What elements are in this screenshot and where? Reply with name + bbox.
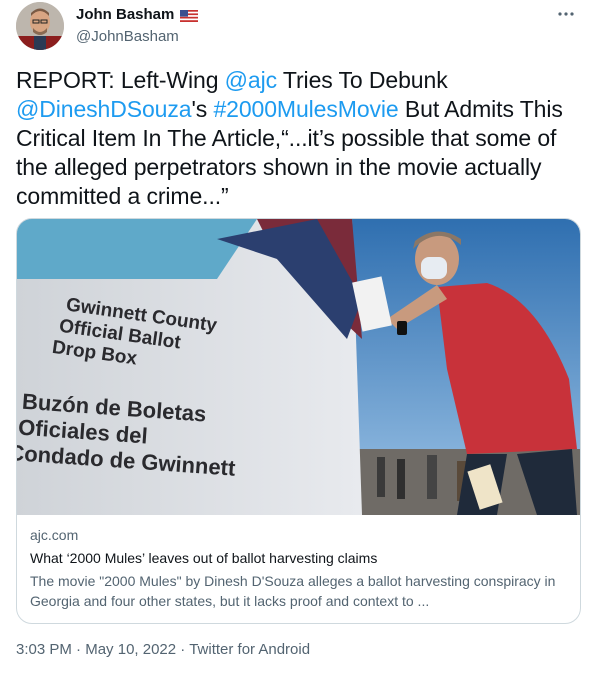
tweet-text: REPORT: Left-Wing @ajc Tries To Debunk @… (16, 66, 580, 211)
card-description: The movie "2000 Mules" by Dinesh D'Souza… (30, 573, 556, 609)
card-meta: ajc.com What ‘2000 Mules’ leaves out of … (30, 525, 570, 611)
avatar[interactable] (16, 2, 64, 50)
card-domain: ajc.com (30, 527, 79, 543)
tweet-text-segment: REPORT: Left-Wing (16, 67, 225, 93)
tweet-footer: 3:03 PM · May 10, 2022 · Twitter for And… (16, 641, 310, 658)
mention-ajc-link[interactable]: @ajc (225, 67, 277, 93)
more-options-button[interactable] (554, 4, 578, 24)
author-name-row: John Basham (76, 6, 199, 23)
hashtag-2000mulesmovie-link[interactable]: #2000MulesMovie (213, 96, 398, 122)
card-image[interactable]: Gwinnett County Official Ballot Drop Box… (17, 219, 580, 515)
footer-separator: · (71, 641, 86, 658)
tweet-text-segment: 's (191, 96, 214, 122)
author-handle[interactable]: @JohnBasham (76, 28, 179, 45)
more-dots-icon (558, 12, 574, 16)
tweet-time[interactable]: 3:03 PM (16, 641, 72, 658)
tweet-date[interactable]: May 10, 2022 (85, 641, 176, 658)
tweet-source-link[interactable]: Twitter for Android (189, 641, 310, 658)
card-title[interactable]: What ‘2000 Mules’ leaves out of ballot h… (30, 548, 570, 568)
us-flag-icon (180, 9, 199, 22)
tweet-text-segment: Tries To Debunk (277, 67, 448, 93)
footer-separator: · (176, 641, 190, 658)
tweet: John Basham @JohnBasham REPORT: Left-Win… (0, 0, 596, 681)
link-preview-card[interactable]: Gwinnett County Official Ballot Drop Box… (16, 218, 581, 624)
author-display-name[interactable]: John Basham (76, 6, 174, 23)
mention-dineshdsouza-link[interactable]: @DineshDSouza (16, 96, 192, 122)
